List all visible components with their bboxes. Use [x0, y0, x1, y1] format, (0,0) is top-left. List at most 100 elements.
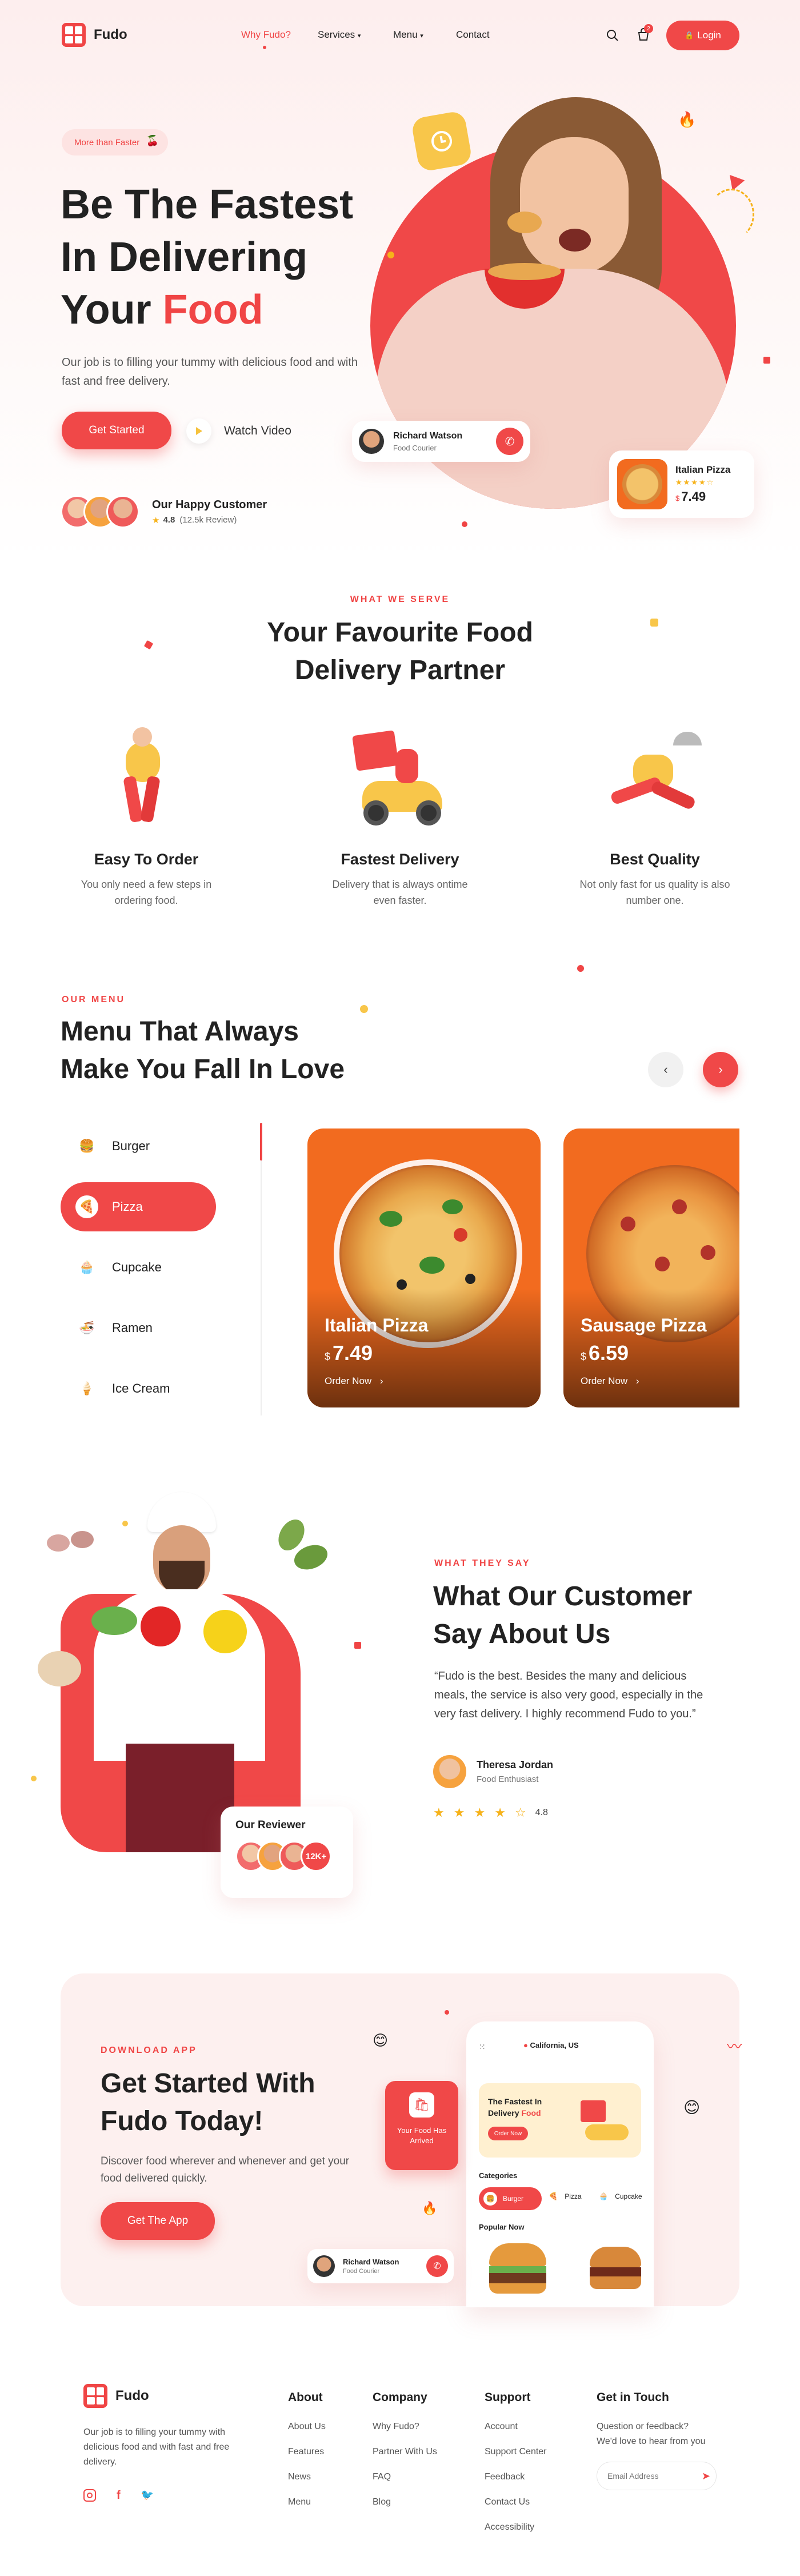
get-the-app-button[interactable]: Get The App — [101, 2202, 215, 2240]
best-quality-illustration — [605, 732, 707, 818]
footer-contact: Get in Touch Question or feedback? We'd … — [597, 2391, 728, 2490]
nav-contact[interactable]: Contact — [456, 29, 490, 41]
easy-order-illustration — [110, 725, 178, 823]
phone-order-button[interactable]: Order Now — [488, 2127, 528, 2140]
testimonial-label: WHAT THEY SAY — [434, 1558, 531, 1568]
instagram-icon[interactable] — [83, 2489, 96, 2502]
avatar — [359, 429, 384, 454]
decor-dot — [31, 1776, 37, 1781]
star-icon: ★ — [474, 1805, 486, 1820]
watch-video-button[interactable]: Watch Video — [186, 418, 291, 444]
menu-divider — [261, 1123, 262, 1415]
testimonial-rating: ★ ★ ★ ★ ☆ 4.8 — [433, 1805, 548, 1820]
search-icon[interactable] — [606, 29, 619, 42]
hero-badge: More than Faster 🍒 — [62, 129, 169, 155]
footer-link[interactable]: Menu — [288, 2497, 311, 2507]
avatar — [433, 1755, 466, 1788]
star-icon: ★ — [494, 1805, 506, 1820]
dashed-arrow-icon — [709, 189, 754, 240]
footer-link[interactable]: Features — [288, 2447, 324, 2457]
food-card-sausage-pizza[interactable]: Sausage Pizza $6.59 Order Now › — [563, 1129, 739, 1407]
get-started-button[interactable]: Get Started — [62, 412, 171, 449]
footer-link[interactable]: Support Center — [485, 2447, 547, 2457]
facebook-icon[interactable]: f — [117, 2489, 121, 2502]
carousel-next-button[interactable]: › — [703, 1052, 738, 1087]
burger-image — [489, 2243, 546, 2295]
ice-cream-icon: 🍦 — [79, 1381, 95, 1395]
hero-description: Our job is to filling your tummy with de… — [62, 356, 358, 388]
burger-icon: 🍔 — [483, 2192, 497, 2206]
app-description: Discover food wherever and whenever and … — [101, 2155, 350, 2184]
feature-fastest-delivery: Fastest Delivery Delivery that is always… — [332, 851, 468, 906]
pizza-icon: 🍕 — [549, 2192, 558, 2200]
menu-label: OUR MENU — [62, 995, 126, 1004]
courier-card: Richard Watson Food Courier ✆ — [352, 421, 530, 462]
app-title: Get Started With Fudo Today! — [101, 2068, 315, 2136]
cart-icon[interactable]: 2 — [636, 24, 653, 42]
nav-menu[interactable]: Menu ▾ — [393, 29, 423, 41]
pizza-card[interactable]: Italian Pizza ★★★★☆ $7.49 — [609, 450, 754, 518]
app-label: DOWNLOAD APP — [101, 2045, 197, 2055]
chevron-down-icon: ▾ — [357, 33, 361, 39]
fastest-delivery-illustration — [349, 729, 451, 827]
footer-col-company: Company Why Fudo? Partner With Us FAQ Bl… — [373, 2391, 437, 2507]
footer-link[interactable]: Account — [485, 2422, 518, 2432]
call-button[interactable]: ✆ — [496, 428, 523, 455]
call-button[interactable]: ✆ — [426, 2255, 448, 2277]
nav-services[interactable]: Services ▾ — [318, 29, 361, 41]
footer-link[interactable]: News — [288, 2472, 311, 2482]
cherry-icon: 🍒 — [146, 135, 159, 146]
testimonial-title: What Our Customer Say About Us — [433, 1581, 693, 1649]
cupcake-icon: 🧁 — [599, 2192, 609, 2200]
footer-link[interactable]: Accessibility — [485, 2522, 534, 2533]
star-icon: ★ — [152, 515, 160, 525]
category-ice-cream[interactable]: 🍦 Ice Cream — [61, 1364, 216, 1413]
footer-logo[interactable]: Fudo — [83, 2384, 238, 2408]
send-icon[interactable]: ➤ — [702, 2470, 710, 2482]
footer-link[interactable]: Contact Us — [485, 2497, 530, 2507]
category-ramen[interactable]: 🍜 Ramen — [61, 1303, 216, 1353]
footer-link[interactable]: Partner With Us — [373, 2447, 437, 2457]
social-links: f 🐦 — [83, 2489, 238, 2502]
footer-link[interactable]: FAQ — [373, 2472, 391, 2482]
email-field[interactable] — [607, 2471, 702, 2481]
twitter-icon[interactable]: 🐦 — [141, 2489, 154, 2502]
nav-why-fudo[interactable]: Why Fudo? — [241, 29, 291, 41]
garlic-icon — [47, 1534, 70, 1552]
login-button[interactable]: 🔒 Login — [666, 21, 739, 50]
logo[interactable]: Fudo — [62, 23, 127, 47]
category-pizza[interactable]: 🍕 Pizza — [61, 1182, 216, 1231]
avatar — [106, 495, 139, 528]
phone-category-pizza[interactable]: 🍕 Pizza — [549, 2192, 582, 2201]
logo-mark — [62, 23, 86, 47]
footer-link[interactable]: Blog — [373, 2497, 391, 2507]
newsletter-form: ➤ — [597, 2462, 717, 2490]
grid-icon: ⁙ — [479, 2042, 486, 2051]
category-burger[interactable]: 🍔 Burger — [61, 1122, 216, 1171]
decor-dot — [360, 1005, 368, 1013]
carousel-prev-button[interactable]: ‹ — [648, 1052, 683, 1087]
footer-link[interactable]: Why Fudo? — [373, 2422, 419, 2432]
footer-col-support: Support Account Support Center Feedback … — [485, 2391, 547, 2533]
phone-banner: The Fastest In Delivery Food Order Now — [479, 2083, 641, 2158]
order-now-link[interactable]: Order Now › — [581, 1375, 639, 1387]
features-label: WHAT WE SERVE — [350, 595, 450, 604]
phone-category-cupcake[interactable]: 🧁 Cupcake — [599, 2192, 642, 2201]
footer-link[interactable]: About Us — [288, 2422, 326, 2432]
rating-stars: ★★★★☆ — [675, 478, 715, 487]
order-now-link[interactable]: Order Now › — [325, 1375, 383, 1387]
nav-active-dot — [263, 46, 266, 49]
pizza-thumbnail — [617, 459, 667, 509]
decor-dot — [122, 1521, 128, 1526]
logo-mark — [83, 2384, 107, 2408]
menu-divider-active — [260, 1123, 262, 1161]
category-cupcake[interactable]: 🧁 Cupcake — [61, 1243, 216, 1292]
phone-icon: ✆ — [433, 2262, 441, 2271]
star-half-icon: ☆ — [514, 1805, 526, 1820]
testimonial-author: Theresa Jordan Food Enthusiast — [433, 1755, 553, 1788]
food-card-italian-pizza[interactable]: Italian Pizza $7.49 Order Now › — [307, 1129, 541, 1407]
footer-link[interactable]: Feedback — [485, 2472, 525, 2482]
chevron-right-icon: › — [718, 1062, 723, 1076]
phone-category-burger[interactable]: 🍔 Burger — [479, 2187, 542, 2210]
garlic-icon — [71, 1531, 94, 1548]
